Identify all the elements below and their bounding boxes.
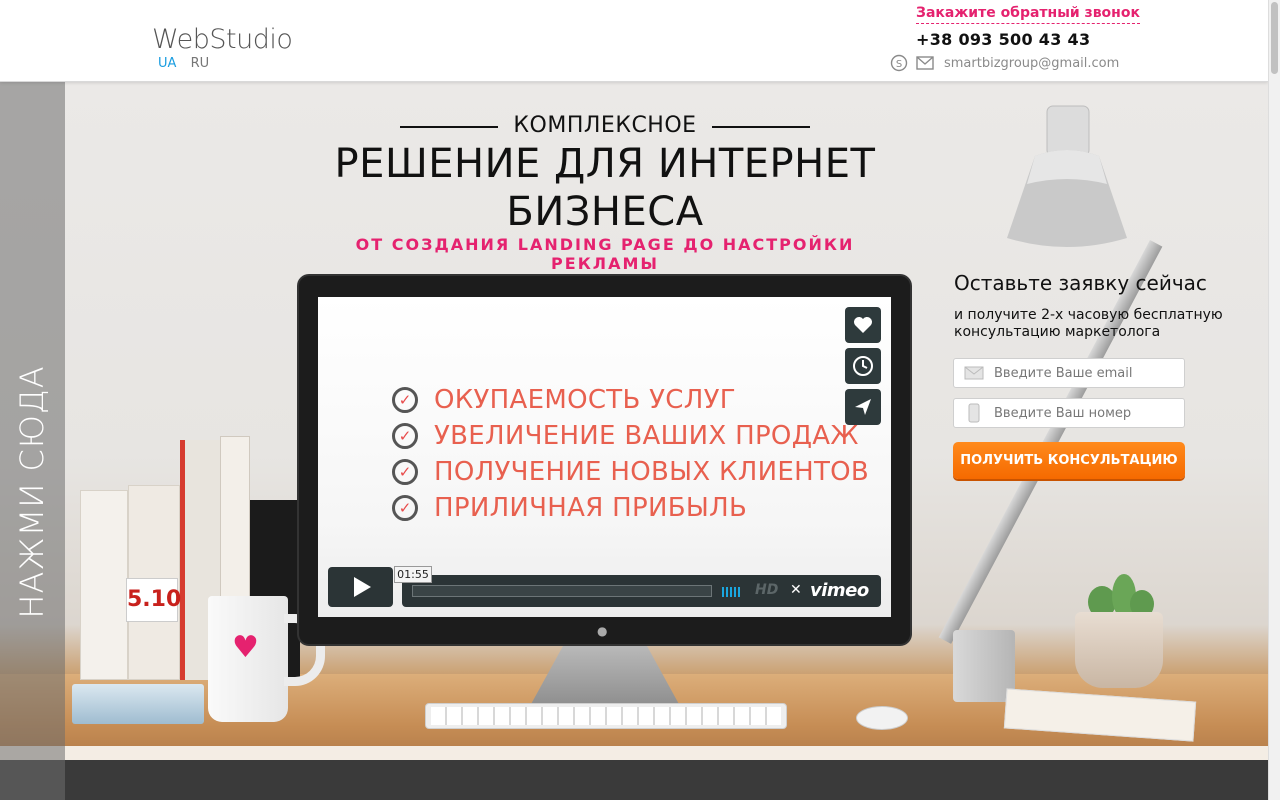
clock-icon	[853, 356, 873, 376]
like-button[interactable]	[845, 307, 881, 343]
hd-toggle[interactable]: HD	[755, 582, 778, 598]
benefits-list: ✓ ОКУПАЕМОСТЬ УСЛУГ ✓ УВЕЛИЧЕНИЕ ВАШИХ П…	[392, 382, 869, 526]
smartphone-icon	[954, 399, 994, 427]
get-consultation-button[interactable]: ПОЛУЧИТЬ КОНСУЛЬТАЦИЮ	[953, 442, 1185, 479]
benefit-text: ПОЛУЧЕНИЕ НОВЫХ КЛИЕНТОВ	[434, 457, 870, 487]
phone-input[interactable]	[994, 405, 1179, 421]
form-subtitle: и получите 2-х часовую бесплатную консул…	[954, 307, 1223, 340]
benefit-item: ✓ ПРИЛИЧНАЯ ПРИБЫЛЬ	[392, 490, 869, 526]
form-title: Оставьте заявку сейчас	[954, 271, 1207, 295]
lang-ru-link[interactable]: RU	[191, 56, 210, 71]
lamp-icon	[1007, 105, 1127, 247]
magazine-stack	[72, 684, 204, 724]
skype-icon[interactable]: S	[890, 54, 908, 72]
phone-field[interactable]	[953, 398, 1185, 428]
callback-link[interactable]: Закажите обратный звонок	[916, 5, 1140, 24]
book	[80, 490, 128, 680]
side-callout-tab[interactable]: НАЖМИ СЮДА	[0, 82, 65, 800]
keyboard	[425, 703, 787, 729]
benefit-text: ОКУПАЕМОСТЬ УСЛУГ	[434, 385, 736, 415]
mouse	[856, 706, 908, 730]
plant-pot	[1075, 612, 1163, 688]
control-bar: HD ✕ vimeo	[402, 575, 881, 607]
play-button[interactable]	[328, 567, 393, 607]
video-timecode: 01:55	[394, 566, 432, 583]
footer-bar	[0, 760, 1268, 800]
progress-bar[interactable]	[412, 585, 712, 597]
fullscreen-icon[interactable]: ✕	[790, 582, 802, 598]
share-button[interactable]	[845, 389, 881, 425]
volume-icon[interactable]	[722, 587, 742, 597]
benefit-text: ПРИЛИЧНАЯ ПРИБЫЛЬ	[434, 493, 748, 523]
phone-number: +38 093 500 43 43	[916, 30, 1091, 49]
logo[interactable]: WebStudio	[152, 24, 293, 55]
book-label: 5.10	[126, 578, 181, 622]
scrollbar-thumb[interactable]	[1271, 2, 1278, 74]
check-icon: ✓	[392, 459, 418, 485]
hero-title: РЕШЕНИЕ ДЛЯ ИНТЕРНЕТ БИЗНЕСА	[300, 140, 910, 236]
mail-icon	[916, 54, 934, 72]
scrollbar[interactable]	[1268, 0, 1280, 800]
check-icon: ✓	[392, 495, 418, 521]
lang-ua-link[interactable]: UA	[158, 56, 176, 71]
site-header: WebStudio UA RU Закажите обратный звонок…	[0, 0, 1268, 82]
mug-heart-icon: ♥	[232, 630, 259, 665]
svg-text:S: S	[896, 59, 902, 70]
hero-title-line: БИЗНЕСА	[506, 189, 704, 235]
hero-subtitle: ОТ СОЗДАНИЯ LANDING PAGE ДО НАСТРОЙКИ РЕ…	[355, 235, 855, 273]
envelope-icon	[954, 359, 994, 387]
check-icon: ✓	[392, 387, 418, 413]
send-icon	[855, 399, 871, 415]
email-field[interactable]	[953, 358, 1185, 388]
hero-title-line: РЕШЕНИЕ ДЛЯ ИНТЕРНЕТ	[334, 141, 876, 187]
side-callout-label[interactable]: НАЖМИ СЮДА	[13, 365, 51, 618]
benefit-item: ✓ УВЕЛИЧЕНИЕ ВАШИХ ПРОДАЖ	[392, 418, 869, 454]
vimeo-logo[interactable]: vimeo	[810, 580, 869, 601]
apple-logo-icon: ●	[597, 624, 608, 638]
benefit-item: ✓ ОКУПАЕМОСТЬ УСЛУГ	[392, 382, 869, 418]
benefit-text: УВЕЛИЧЕНИЕ ВАШИХ ПРОДАЖ	[434, 421, 859, 451]
check-icon: ✓	[392, 423, 418, 449]
contacts-row: S smartbizgroup@gmail.com	[890, 54, 1119, 72]
heart-icon	[854, 317, 872, 333]
benefit-item: ✓ ПОЛУЧЕНИЕ НОВЫХ КЛИЕНТОВ	[392, 454, 869, 490]
mug: ♥	[208, 596, 325, 722]
email-link[interactable]: smartbizgroup@gmail.com	[944, 56, 1119, 71]
language-switcher: UA RU	[158, 56, 209, 71]
watch-later-button[interactable]	[845, 348, 881, 384]
desk-edge	[0, 746, 1268, 760]
email-input[interactable]	[994, 365, 1179, 381]
play-icon	[354, 577, 371, 597]
hero-pretitle: КОМПЛЕКСНОЕ	[400, 113, 810, 138]
